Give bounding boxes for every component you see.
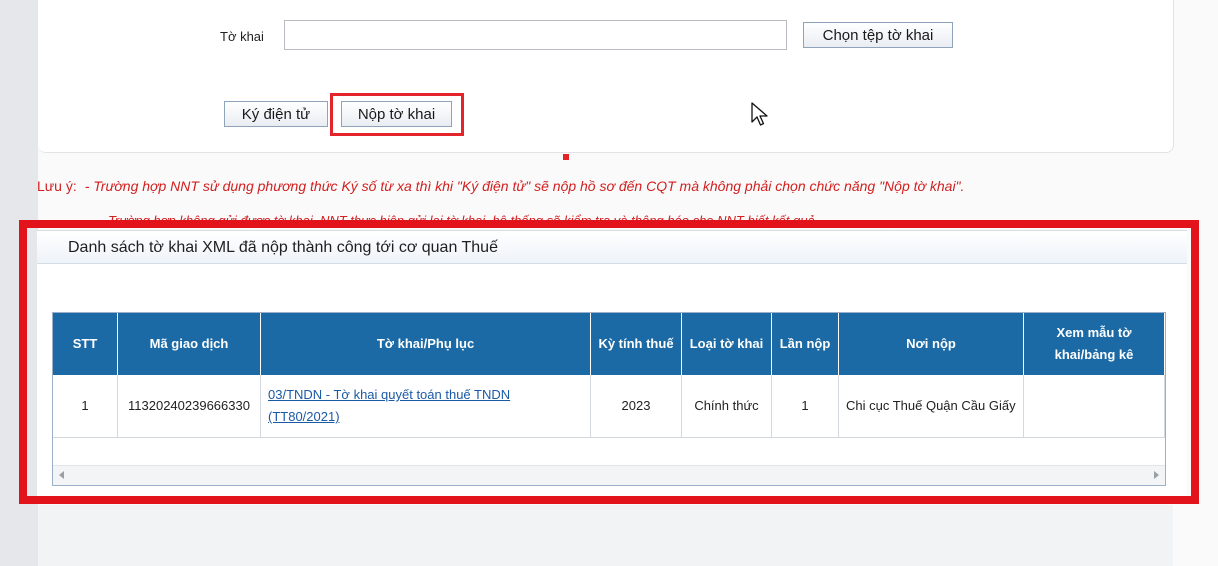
list-highlight-frame (19, 220, 1199, 504)
sign-button[interactable]: Ký điện tử (224, 101, 328, 127)
tokhai-file-input[interactable] (284, 20, 787, 50)
mouse-pointer-icon (751, 102, 768, 126)
choose-file-button[interactable]: Chọn tệp tờ khai (803, 22, 953, 48)
note-text-1: - Trường hợp NNT sử dụng phương thức Ký … (84, 178, 965, 194)
note-label: Lưu ý: (37, 178, 77, 194)
bottom-area (38, 505, 1173, 566)
tokhai-label: Tờ khai (220, 29, 264, 44)
note-line-1: Lưu ý: - Trường hợp NNT sử dụng phương th… (37, 178, 964, 194)
submit-highlight-frame (330, 93, 464, 136)
red-marker (563, 154, 569, 160)
